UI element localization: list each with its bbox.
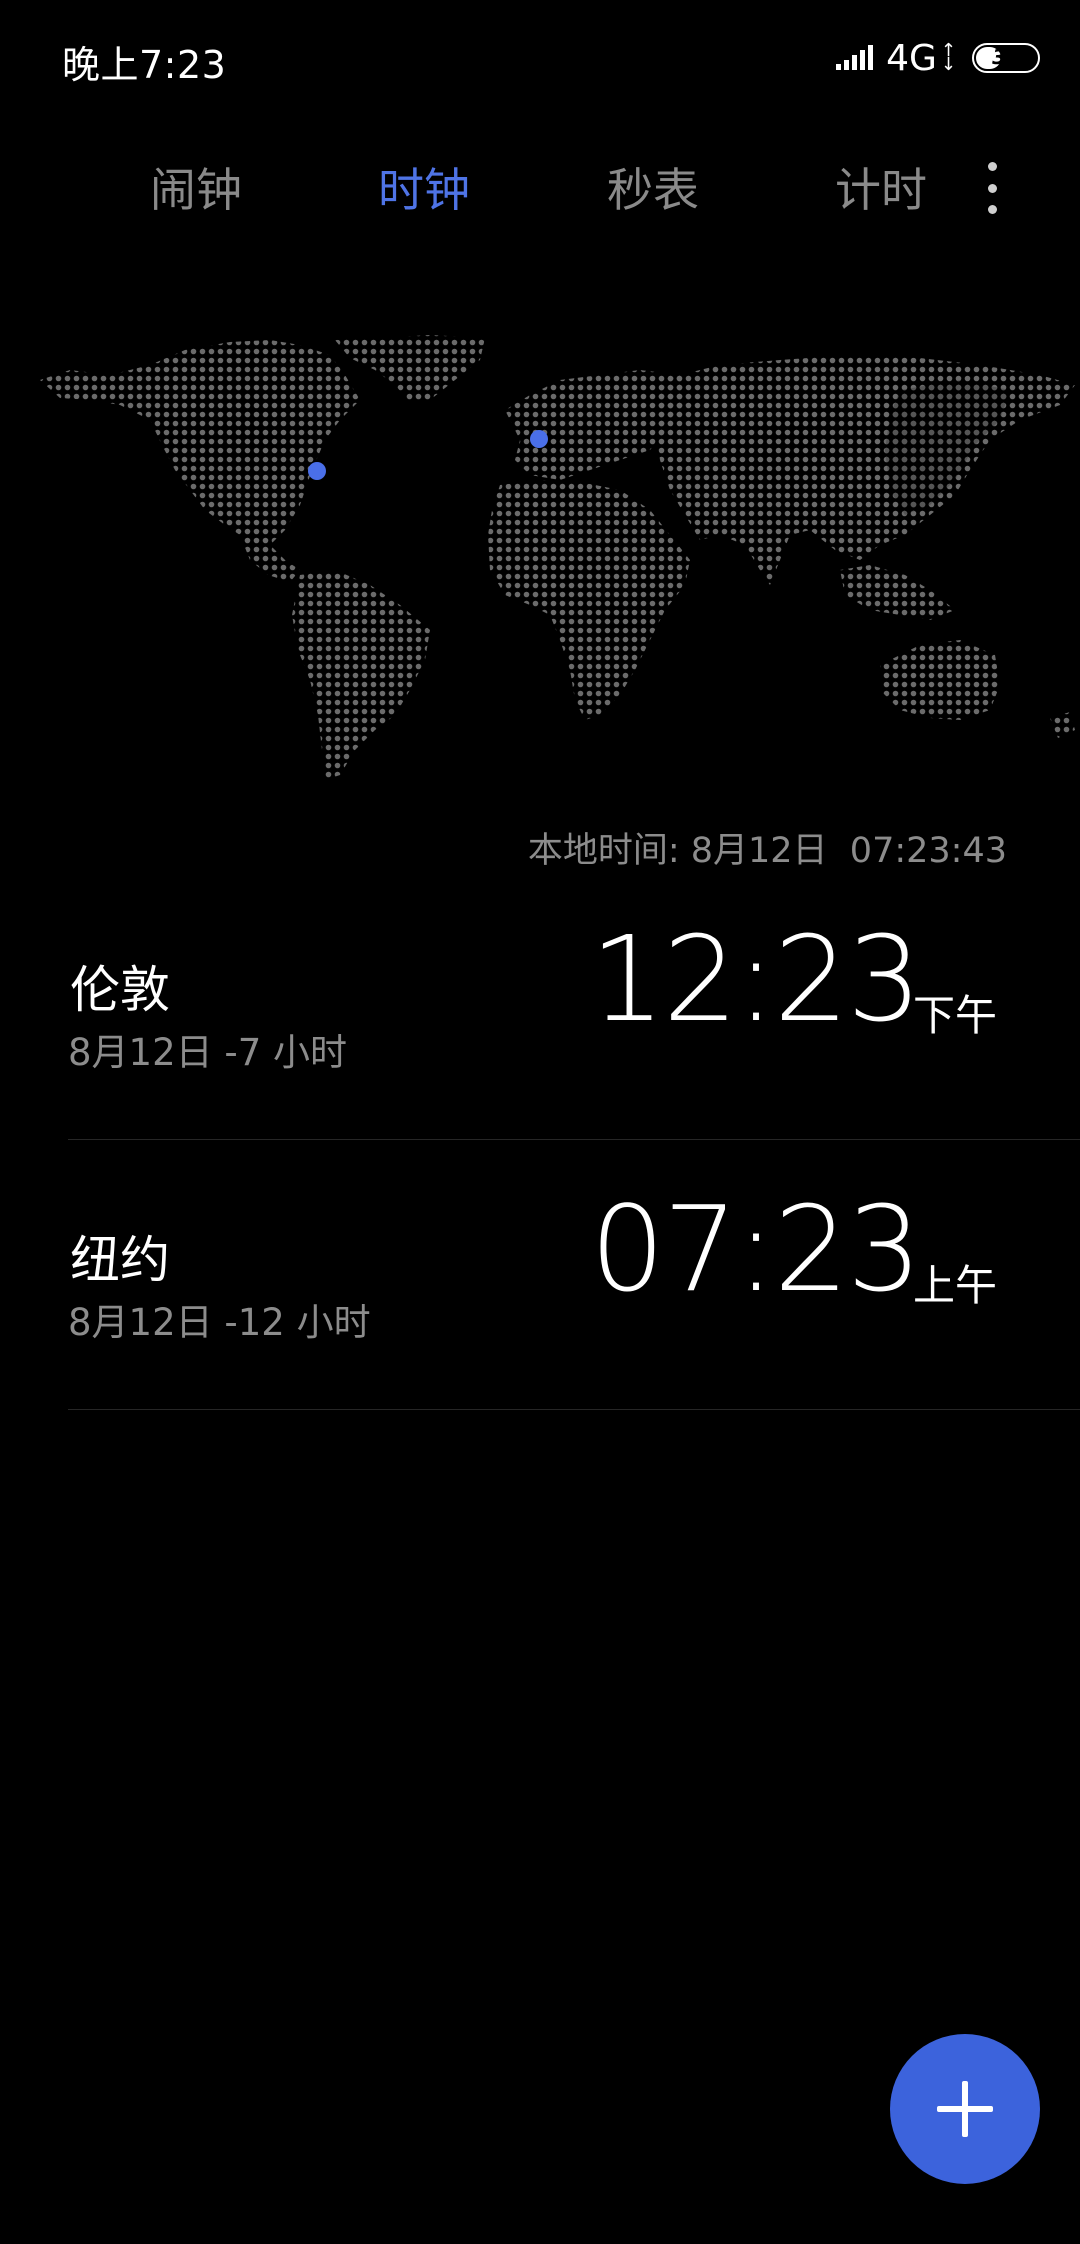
local-time-label: 本地时间: 8月12日 07:23:43 (527, 831, 1007, 871)
map-greenland (335, 335, 485, 402)
map-south-america (292, 570, 430, 780)
city-row-new-york[interactable]: 纽约 8月12日 -12 小时 07:23 上午 (68, 1140, 1080, 1410)
add-city-button[interactable] (890, 2034, 1040, 2184)
status-icons: 4G ↑ ↓ 39 (836, 37, 1040, 79)
city-name: 纽约 (70, 1231, 170, 1289)
network-type-label: 4G (886, 37, 937, 79)
marker-london (530, 430, 548, 448)
marker-new-york (308, 462, 326, 480)
city-am-pm: 下午 (912, 991, 997, 1040)
city-time: 12:23 (589, 910, 922, 1048)
signal-icon (836, 44, 876, 72)
city-row-london[interactable]: 伦敦 8月12日 -7 小时 12:23 下午 (68, 870, 1080, 1140)
tab-timer[interactable]: 计时 (781, 150, 981, 230)
battery-icon: 39 (972, 43, 1040, 73)
map-north-america (40, 340, 360, 582)
city-time: 07:23 (589, 1180, 922, 1318)
map-southeast-asia (840, 565, 955, 620)
divider (68, 1409, 1080, 1410)
data-activity-icon: ↑ ↓ (940, 40, 956, 75)
map-africa (488, 480, 690, 720)
tab-bar: 闹钟 时钟 秒表 计时 (0, 150, 1080, 230)
status-bar: 晚上7:23 4G ↑ ↓ 39 (0, 0, 1080, 120)
city-am-pm: 上午 (912, 1261, 997, 1310)
city-date-offset: 8月12日 -7 小时 (68, 1031, 348, 1074)
more-vertical-icon[interactable] (968, 158, 1016, 218)
tab-clock[interactable]: 时钟 (324, 150, 524, 230)
battery-level: 39 (992, 45, 1020, 69)
tab-stopwatch[interactable]: 秒表 (553, 150, 753, 230)
map-new-zealand (1050, 712, 1075, 738)
world-map (40, 335, 1075, 780)
map-asia (655, 355, 1075, 585)
tab-alarm[interactable]: 闹钟 (96, 150, 296, 230)
city-date-offset: 8月12日 -12 小时 (68, 1301, 371, 1344)
city-name: 伦敦 (70, 961, 170, 1019)
plus-icon (937, 2081, 993, 2137)
status-time: 晚上7:23 (62, 43, 227, 87)
map-australia (880, 640, 1000, 720)
